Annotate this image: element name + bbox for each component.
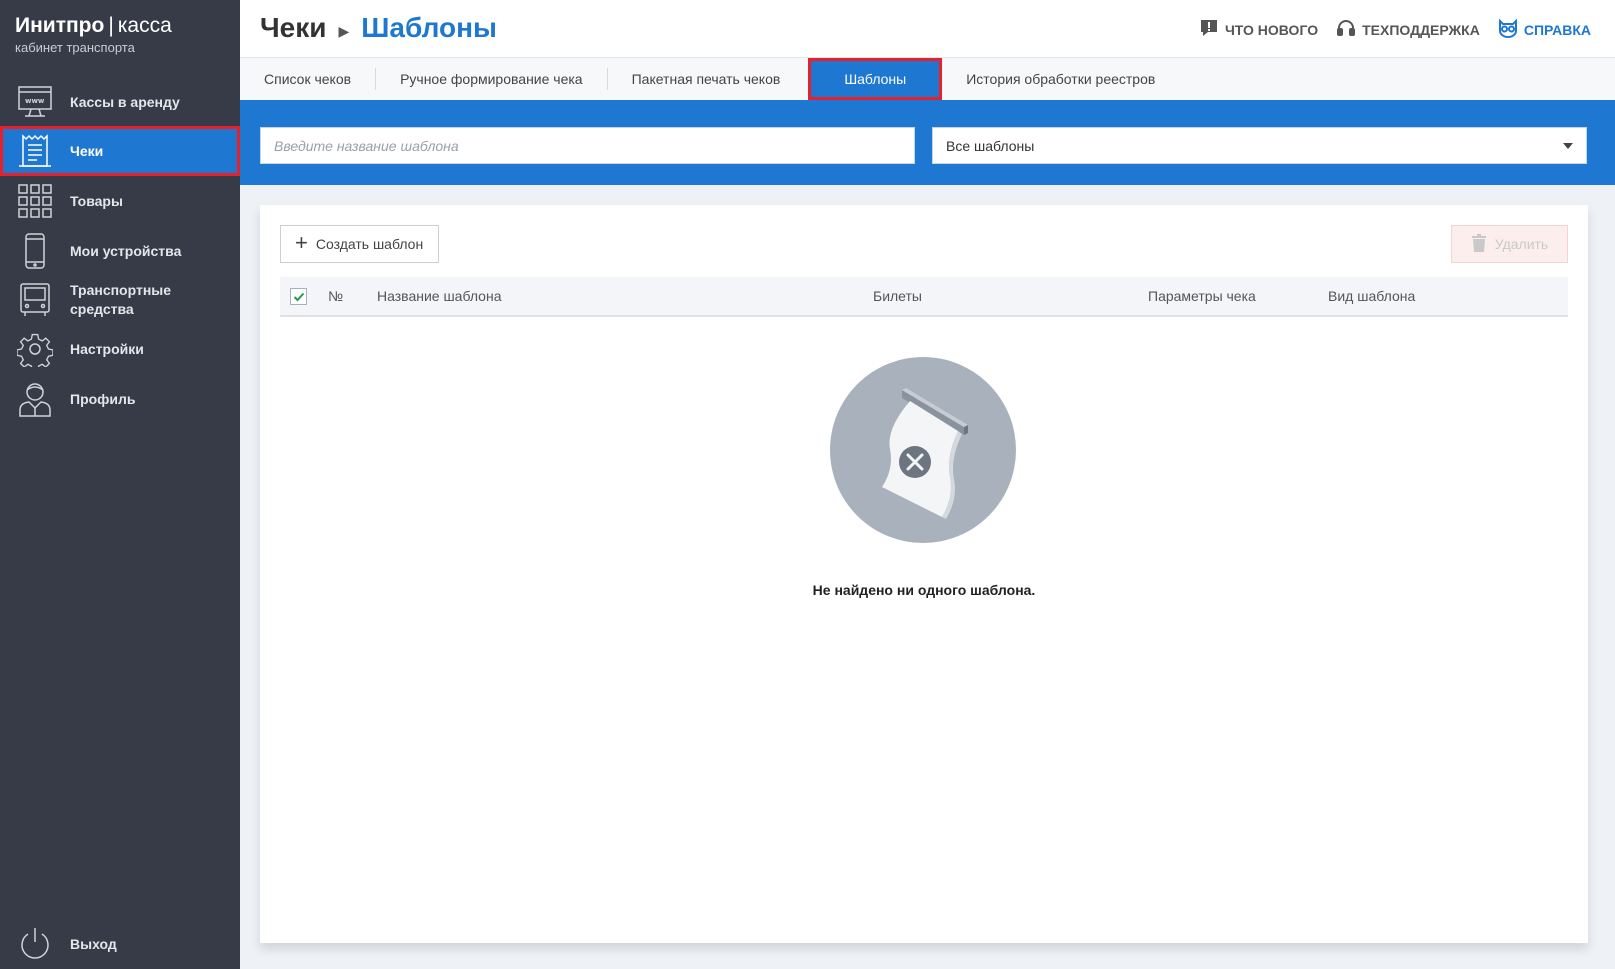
owl-icon [1498, 18, 1518, 41]
power-icon [16, 925, 54, 963]
column-number[interactable]: № [328, 288, 343, 304]
grid-icon [16, 182, 54, 220]
tab-receipts-list[interactable]: Список чеков [240, 58, 375, 100]
table-header: № Название шаблона Билеты Параметры чека… [280, 277, 1568, 317]
tab-bar: Список чеков Ручное формирование чека Па… [240, 58, 1615, 100]
template-type-value: Все шаблоны [946, 137, 1035, 154]
page-title: Шаблоны [361, 12, 497, 43]
sidebar: Инитпро | касса кабинет транспорта www Кас… [0, 0, 240, 969]
sidebar-item-label: Чеки [70, 142, 104, 159]
sidebar-item-label: Мои устройства [70, 242, 182, 259]
gear-icon [16, 330, 54, 368]
template-search-input[interactable] [260, 127, 915, 164]
chevron-down-icon [1563, 142, 1573, 149]
tab-registry-history[interactable]: История обработки реестров [942, 58, 1179, 100]
support-link[interactable]: ТЕХПОДДЕРЖКА [1336, 18, 1480, 41]
sidebar-item-label: Товары [70, 192, 123, 209]
sidebar-item-rent[interactable]: www Кассы в аренду [0, 78, 240, 126]
monitor-www-icon: www [16, 83, 54, 121]
svg-text:www: www [25, 97, 45, 105]
column-template-name[interactable]: Название шаблона [377, 288, 502, 304]
sidebar-item-settings[interactable]: Настройки [0, 324, 240, 374]
tab-manual-receipt[interactable]: Ручное формирование чека [376, 58, 607, 100]
brand-logo[interactable]: Инитпро | касса кабинет транспорта [15, 14, 172, 55]
sidebar-item-vehicles[interactable]: Транспортные средства [0, 276, 240, 324]
sidebar-item-label: Транспортные средства [70, 282, 172, 317]
sidebar-item-devices[interactable]: Мои устройства [0, 226, 240, 276]
empty-state-message: Не найдено ни одного шаблона. [812, 582, 1036, 598]
delete-button[interactable]: Удалить [1451, 225, 1568, 263]
speech-bubble-icon [1199, 18, 1219, 41]
column-tickets[interactable]: Билеты [873, 288, 922, 304]
column-template-type[interactable]: Вид шаблона [1328, 288, 1415, 304]
receipt-icon [16, 132, 54, 170]
breadcrumb-arrow-icon: ▶ [338, 22, 350, 39]
page-header: Чеки ▶ Шаблоны ЧТО НОВОГО ТЕХПОДДЕРЖКА С… [240, 0, 1615, 58]
checkmark-icon [293, 292, 304, 301]
whats-new-label: ЧТО НОВОГО [1224, 21, 1319, 38]
header-links: ЧТО НОВОГО ТЕХПОДДЕРЖКА СПРАВКА [1199, 18, 1591, 41]
help-link[interactable]: СПРАВКА [1498, 18, 1591, 41]
create-template-button[interactable]: + Создать шаблон [280, 225, 440, 263]
sidebar-item-receipts[interactable]: Чеки [0, 126, 240, 176]
breadcrumb-root[interactable]: Чеки [260, 12, 326, 44]
tab-templates[interactable]: Шаблоны [808, 58, 943, 100]
brand-product: касса [117, 14, 172, 37]
brand-subtitle: кабинет транспорта [15, 40, 135, 55]
sidebar-item-label: Настройки [70, 340, 144, 357]
bus-icon [16, 281, 54, 319]
template-type-select[interactable]: Все шаблоны [932, 127, 1587, 164]
user-icon [16, 380, 54, 418]
help-label: СПРАВКА [1523, 21, 1591, 38]
create-template-label: Создать шаблон [315, 236, 424, 252]
support-label: ТЕХПОДДЕРЖКА [1362, 21, 1480, 38]
phone-icon [16, 232, 54, 270]
plus-icon: + [295, 230, 308, 255]
brand-separator: | [108, 14, 114, 37]
sidebar-item-label: Кассы в аренду [70, 93, 180, 110]
sidebar-item-profile[interactable]: Профиль [0, 374, 240, 424]
breadcrumb: Чеки ▶ Шаблоны [260, 12, 497, 44]
delete-label: Удалить [1494, 236, 1549, 252]
logout-label: Выход [70, 935, 117, 952]
column-receipt-params[interactable]: Параметры чека [1148, 288, 1256, 304]
select-all-checkbox[interactable] [290, 288, 307, 305]
tab-batch-print[interactable]: Пакетная печать чеков [608, 58, 805, 100]
trash-icon [1471, 233, 1487, 255]
empty-receipt-illustration [830, 357, 1016, 543]
templates-panel: + Создать шаблон Удалить № Название шабл… [260, 205, 1588, 943]
brand-name: Инитпро [15, 14, 105, 37]
headset-icon [1336, 18, 1356, 41]
sidebar-item-label: Профиль [70, 390, 136, 407]
whats-new-link[interactable]: ЧТО НОВОГО [1199, 18, 1318, 41]
logout-button[interactable]: Выход [0, 920, 240, 968]
filter-bar: Все шаблоны [240, 100, 1615, 185]
sidebar-item-goods[interactable]: Товары [0, 176, 240, 226]
